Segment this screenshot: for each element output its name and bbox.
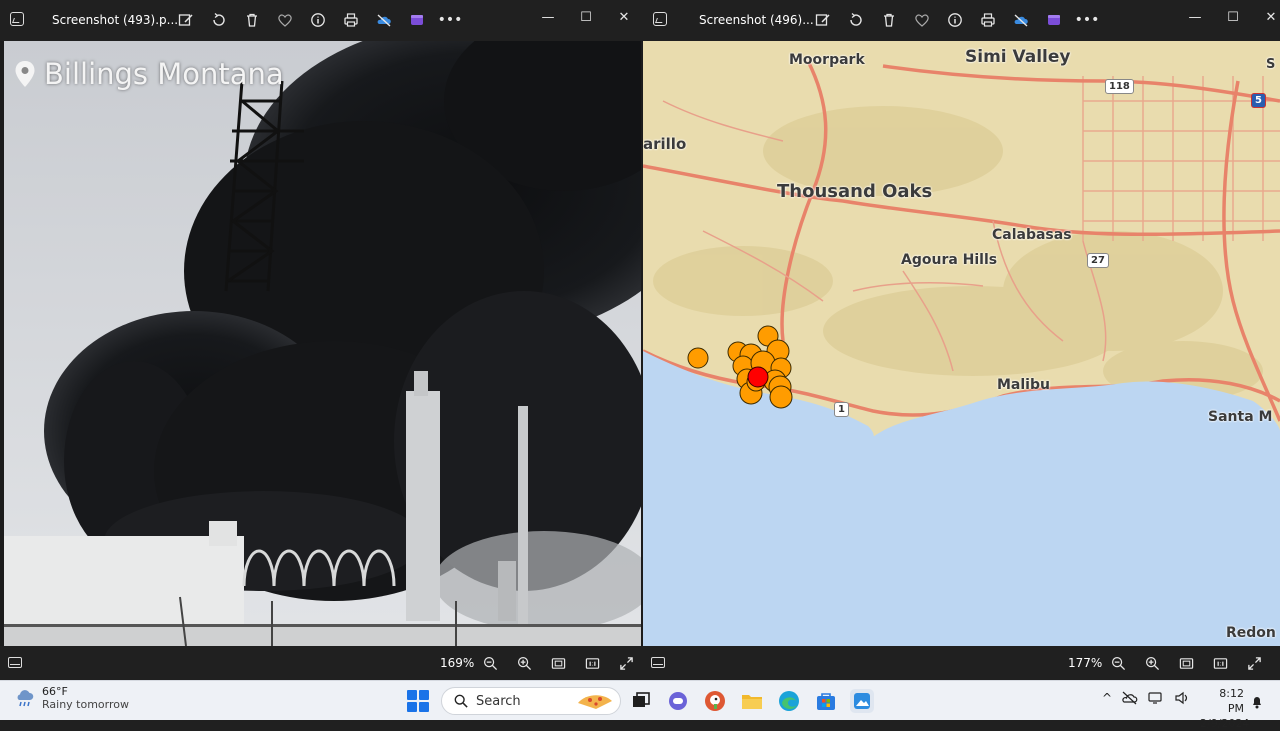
weather-temperature: 66°F <box>42 685 68 698</box>
title-bar: Screenshot (493).p... ••• — ☐ ✕ <box>0 0 643 41</box>
full-screen-icon[interactable] <box>614 651 638 675</box>
weather-description: Rainy tomorrow <box>42 698 130 711</box>
highway-118-shield: 118 <box>1105 79 1134 94</box>
windows-logo-tile <box>407 690 417 700</box>
actual-size-icon[interactable] <box>1208 651 1232 675</box>
network-icon[interactable] <box>1148 691 1164 705</box>
minimize-button[interactable]: — <box>529 4 567 30</box>
delete-icon[interactable] <box>240 8 264 32</box>
earthquake-map <box>643 41 1280 646</box>
taskbar-clock[interactable]: 8:12 PM 2/9/2024 <box>1200 686 1250 731</box>
fit-to-window-icon[interactable] <box>1174 651 1198 675</box>
clock-date: 2/9/2024 <box>1200 717 1250 730</box>
taskbar-search[interactable]: Search <box>441 687 621 715</box>
favorite-heart-icon[interactable] <box>910 8 934 32</box>
location-caption: Billings Montana <box>14 57 284 91</box>
weather-widget[interactable]: 66°F Rainy tomorrow <box>14 685 129 711</box>
minimize-button[interactable]: — <box>1176 4 1214 30</box>
onedrive-tray-icon[interactable] <box>1122 691 1138 705</box>
taskbar: 66°F Rainy tomorrow Search ^ 8:12 PM 2/9… <box>0 680 1280 730</box>
rotate-icon[interactable] <box>207 8 231 32</box>
window-title: Screenshot (493).p... <box>52 13 179 27</box>
filmstrip-icon[interactable] <box>651 657 665 668</box>
file-explorer-icon[interactable] <box>740 689 764 713</box>
epicenter-marker <box>747 366 769 388</box>
photo-viewer-left: Screenshot (493).p... ••• — ☐ ✕ Billings… <box>0 0 643 680</box>
map-label-redondo: Redon <box>1226 625 1276 641</box>
map-label-malibu: Malibu <box>997 377 1050 393</box>
map-label-agoura-hills: Agoura Hills <box>901 252 998 268</box>
onedrive-offline-icon[interactable] <box>372 8 396 32</box>
search-icon <box>454 694 468 708</box>
windows-logo-tile <box>407 702 417 712</box>
teams-chat-icon[interactable] <box>666 689 690 713</box>
window-title: Screenshot (496)... <box>699 13 814 27</box>
delete-icon[interactable] <box>877 8 901 32</box>
print-icon[interactable] <box>339 8 363 32</box>
map-label-corner: S <box>1266 57 1276 72</box>
zoom-out-icon[interactable] <box>478 651 502 675</box>
photos-app-icon <box>653 12 667 26</box>
status-bar: 169% <box>0 646 643 680</box>
status-bar: 177% <box>643 646 1280 680</box>
zoom-out-icon[interactable] <box>1106 651 1130 675</box>
clipchamp-icon[interactable] <box>1042 8 1066 32</box>
more-options-icon[interactable]: ••• <box>438 8 463 32</box>
highway-1-shield: 1 <box>834 402 849 417</box>
filmstrip-icon[interactable] <box>8 657 22 668</box>
zoom-level[interactable]: 177% <box>1068 656 1102 670</box>
windows-logo-tile <box>419 690 429 700</box>
rain-cloud-icon <box>17 690 34 707</box>
photo-canvas[interactable]: Billings Montana <box>4 41 641 646</box>
map-label-thousand-oaks: Thousand Oaks <box>777 181 933 202</box>
start-button[interactable] <box>407 690 429 712</box>
volume-icon[interactable] <box>1174 691 1190 705</box>
location-pin-icon <box>15 61 35 87</box>
edge-browser-icon[interactable] <box>777 689 801 713</box>
map-label-camarillo: arillo <box>643 135 687 153</box>
onedrive-offline-icon[interactable] <box>1009 8 1033 32</box>
show-hidden-icons-chevron-up-icon[interactable]: ^ <box>1102 691 1112 705</box>
interstate-5-shield: 5 <box>1251 93 1266 108</box>
duckduckgo-icon[interactable] <box>703 689 727 713</box>
windows-logo-tile <box>419 702 429 712</box>
info-icon[interactable] <box>943 8 967 32</box>
rotate-icon[interactable] <box>844 8 868 32</box>
microsoft-store-icon[interactable] <box>814 689 838 713</box>
photos-app-icon <box>10 12 24 26</box>
clock-time: 8:12 PM <box>1219 687 1244 715</box>
map-canvas[interactable]: Moorpark Simi Valley arillo Thousand Oak… <box>643 41 1280 646</box>
map-label-simi-valley: Simi Valley <box>965 47 1071 67</box>
actual-size-icon[interactable] <box>580 651 604 675</box>
refinery-fire-photo <box>4 41 641 646</box>
more-options-icon[interactable]: ••• <box>1075 8 1100 32</box>
edit-image-icon[interactable] <box>811 8 835 32</box>
photos-app-taskbar-icon[interactable] <box>850 689 874 713</box>
map-label-santa-monica: Santa M <box>1208 409 1273 425</box>
pizza-highlight-icon <box>578 695 612 709</box>
search-placeholder: Search <box>476 693 521 709</box>
map-label-calabasas: Calabasas <box>992 227 1072 243</box>
full-screen-icon[interactable] <box>1242 651 1266 675</box>
fit-to-window-icon[interactable] <box>546 651 570 675</box>
favorite-heart-icon[interactable] <box>273 8 297 32</box>
close-button[interactable]: ✕ <box>1252 4 1280 30</box>
info-icon[interactable] <box>306 8 330 32</box>
map-label-moorpark: Moorpark <box>789 52 865 68</box>
zoom-in-icon[interactable] <box>1140 651 1164 675</box>
zoom-in-icon[interactable] <box>512 651 536 675</box>
notification-bell-icon[interactable] <box>1251 695 1263 709</box>
caption-text: Billings Montana <box>44 57 284 91</box>
photo-viewer-right: Screenshot (496)... ••• — ☐ ✕ Moorpark S… <box>643 0 1280 680</box>
highway-27-shield: 27 <box>1087 253 1109 268</box>
zoom-level[interactable]: 169% <box>440 656 474 670</box>
title-bar: Screenshot (496)... ••• — ☐ ✕ <box>643 0 1280 41</box>
maximize-button[interactable]: ☐ <box>567 4 605 30</box>
edit-image-icon[interactable] <box>174 8 198 32</box>
close-button[interactable]: ✕ <box>605 4 643 30</box>
clipchamp-icon[interactable] <box>405 8 429 32</box>
print-icon[interactable] <box>976 8 1000 32</box>
maximize-button[interactable]: ☐ <box>1214 4 1252 30</box>
task-view-icon[interactable] <box>629 689 653 713</box>
